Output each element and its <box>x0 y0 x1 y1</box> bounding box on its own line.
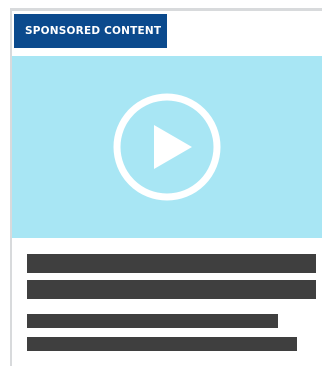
play-icon[interactable] <box>112 92 222 202</box>
headline-placeholder-line-1 <box>27 254 316 273</box>
body-placeholder-line-2 <box>27 337 297 351</box>
body-placeholder-line-1 <box>27 314 278 328</box>
video-thumbnail[interactable] <box>12 56 322 238</box>
sponsored-badge: SPONSORED CONTENT <box>14 14 167 48</box>
headline-placeholder-line-2 <box>27 280 316 299</box>
sponsored-card[interactable]: SPONSORED CONTENT <box>10 8 322 366</box>
